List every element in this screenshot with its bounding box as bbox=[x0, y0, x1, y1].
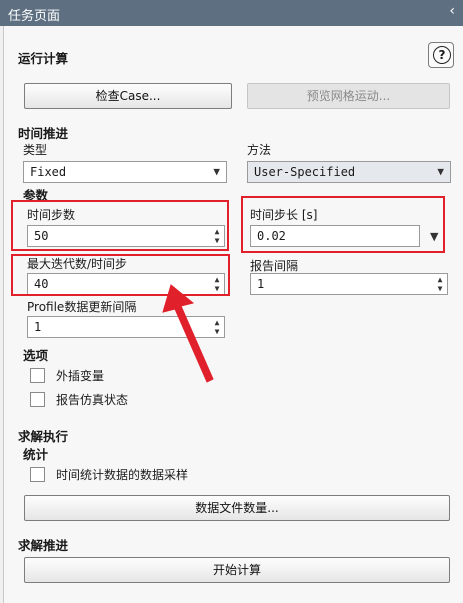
annotation-arrow-icon bbox=[162, 284, 214, 383]
